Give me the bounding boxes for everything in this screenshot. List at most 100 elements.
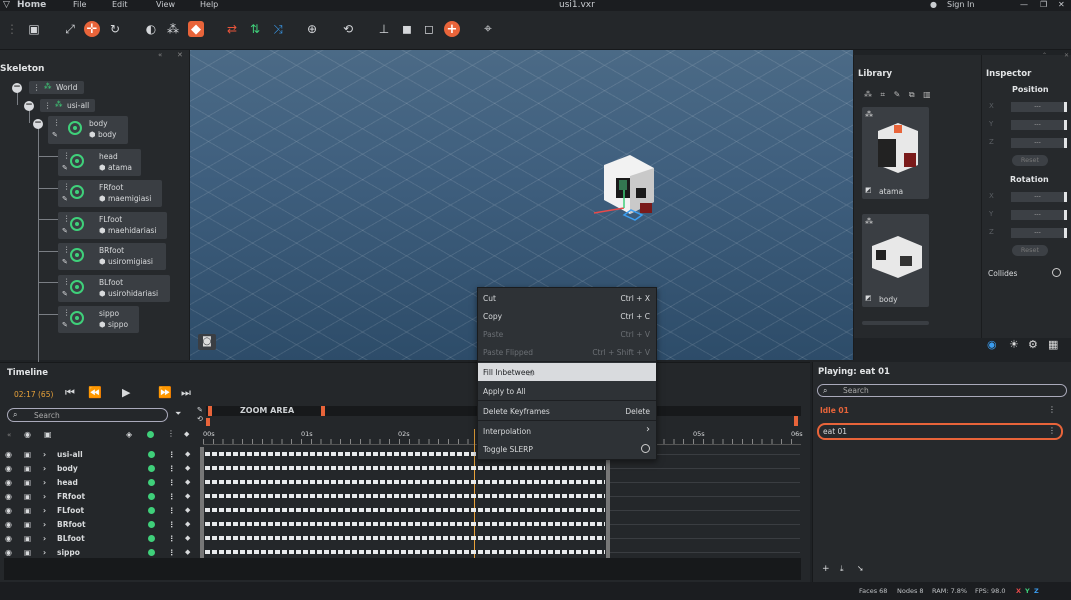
chevron-right-icon[interactable]: › (43, 450, 46, 459)
globe-icon[interactable]: ◉ (987, 338, 997, 351)
menu-dots-icon[interactable]: ⋮ (168, 478, 176, 487)
keyframe-track[interactable] (205, 494, 605, 498)
crop-icon[interactable]: ⌗ (881, 90, 886, 99)
timeline-row[interactable]: ◉ ▣ › BLfoot ⋮ ◆ (0, 531, 200, 545)
menu-dots-icon[interactable]: ⋮ (53, 118, 61, 127)
visibility-icon[interactable]: ◉ (5, 450, 12, 459)
timeline-row[interactable]: ◉ ▣ › FLfoot ⋮ ◆ (0, 503, 200, 517)
keyframe-icon[interactable]: ◆ (185, 492, 190, 500)
menu-dots-icon[interactable]: ⋮ (168, 520, 176, 529)
keyframe-icon[interactable]: ◆ (185, 534, 190, 542)
keyframe-icon[interactable]: ◆ (185, 464, 190, 472)
menu-item-fill-inbetween[interactable]: Fill Inbetween ☝ (478, 363, 656, 381)
filter-icon[interactable]: ⏷ (175, 409, 181, 419)
menu-dots-icon[interactable]: ⋮ (33, 83, 41, 92)
close-panel-icon[interactable]: ✕ (1064, 52, 1069, 59)
keyframe-icon[interactable]: ◆ (184, 430, 189, 438)
edit-icon[interactable]: ✎ (52, 131, 58, 139)
visibility-icon[interactable]: ◉ (5, 464, 12, 473)
step-back-button[interactable]: ⏪ (88, 386, 102, 399)
maximize-button[interactable]: ❐ (1040, 0, 1047, 10)
skeleton-node-world[interactable]: ⋮ ⁂ World (29, 81, 84, 94)
timeline-search-field[interactable]: ⌕ Search (7, 408, 168, 422)
refresh-button[interactable]: ↻ (107, 21, 123, 37)
keyframe-track[interactable] (205, 508, 605, 512)
menu-file[interactable]: File (73, 0, 86, 10)
timeline-row[interactable]: ◉ ▣ › body ⋮ ◆ (0, 461, 200, 475)
keyframe-track[interactable] (205, 522, 605, 526)
keyframe-icon[interactable]: ◆ (185, 478, 190, 486)
rotation-z-field[interactable]: --- (1011, 228, 1067, 238)
menu-dots-icon[interactable]: ⋮ (168, 450, 176, 459)
export-button[interactable]: ➘ (857, 564, 864, 573)
keyframe-nav-icon[interactable]: ◈ (126, 430, 132, 439)
keyframe-track[interactable] (205, 536, 605, 540)
keyframe-track[interactable] (205, 480, 605, 484)
timeline-row[interactable]: ◉ ▣ › BRfoot ⋮ ◆ (0, 517, 200, 531)
lock-icon[interactable]: ▣ (24, 478, 31, 487)
swap-button[interactable]: ⇄ (224, 21, 240, 37)
crosshair-button[interactable]: ⌖ (480, 21, 496, 37)
keyframe-track[interactable] (205, 550, 605, 554)
menu-dots-icon[interactable]: ⋮ (168, 506, 176, 515)
minimize-button[interactable]: — (1020, 0, 1028, 10)
save-button[interactable]: ▣ (26, 21, 42, 37)
chevron-right-icon[interactable]: › (43, 492, 46, 501)
visibility-icon[interactable]: ◉ (5, 478, 12, 487)
visibility-icon[interactable]: ◉ (5, 492, 12, 501)
keyframe-icon[interactable]: ◆ (185, 450, 190, 458)
range-end-handle[interactable] (606, 447, 610, 559)
timeline-row[interactable]: ◉ ▣ › sippo ⋮ ◆ (0, 545, 200, 559)
rotation-x-field[interactable]: --- (1011, 192, 1067, 202)
visibility-icon[interactable]: ◉ (5, 520, 12, 529)
menu-dots-icon[interactable]: ⋮ (167, 429, 175, 438)
skeleton-node-head[interactable]: ⋮ ✎ head ⬢ atama (58, 149, 141, 176)
skeleton-node-usi-all[interactable]: ⋮ ⁂ usi-all (40, 99, 95, 112)
lock-icon[interactable]: ▣ (24, 492, 31, 501)
timeline-row[interactable]: ◉ ▣ › FRfoot ⋮ ◆ (0, 489, 200, 503)
play-button[interactable]: ▶ (122, 386, 130, 399)
menu-dots-icon[interactable]: ⋮ (168, 548, 176, 557)
camera-icon[interactable]: ◙ (198, 334, 216, 350)
trash-icon[interactable]: ▥ (923, 90, 931, 99)
skeleton-node-flfoot[interactable]: ⋮ ✎ FLfoot ⬢ maehidariasi (58, 212, 167, 239)
animation-item-eat[interactable]: eat 01 ⋮ (817, 423, 1063, 440)
collides-toggle[interactable] (1052, 268, 1061, 277)
edit-icon[interactable]: ✎ (62, 258, 68, 266)
nodes-button[interactable]: ⁂ (165, 21, 181, 37)
lock-icon[interactable]: ▣ (24, 534, 31, 543)
menu-item-cut[interactable]: Cut Ctrl + X (478, 289, 656, 307)
close-panel-icon[interactable]: ✕ (177, 51, 183, 59)
pencil-icon[interactable]: ✎ (894, 90, 901, 99)
vertical-swap-button[interactable]: ⇅ (247, 21, 263, 37)
grid-icon[interactable]: ▦ (1048, 338, 1058, 351)
edit-icon[interactable]: ✎ (62, 321, 68, 329)
menu-item-toggle-slerp[interactable]: Toggle SLERP (478, 440, 656, 458)
position-x-field[interactable]: --- (1011, 102, 1067, 112)
close-button[interactable]: ✕ (1058, 0, 1065, 10)
rotation-reset-button[interactable]: Reset (1012, 245, 1048, 256)
collapse-panel-icon[interactable]: « (158, 51, 162, 59)
edit-icon[interactable]: ✎ (62, 227, 68, 235)
animation-search-field[interactable]: ⌕ Search (817, 384, 1067, 397)
skip-end-button[interactable]: ⏭ (181, 386, 191, 400)
collapse-all-icon[interactable]: « (7, 431, 11, 439)
rotate-button[interactable]: ⟲ (340, 21, 356, 37)
animation-item-idle[interactable]: Idle 01 (820, 406, 849, 415)
menu-dots-icon[interactable]: ⋮ (1048, 426, 1056, 435)
globe-button[interactable]: ◐ (143, 21, 159, 37)
menu-dots-icon[interactable]: ⋮ (168, 492, 176, 501)
position-reset-button[interactable]: Reset (1012, 155, 1048, 166)
cube-button[interactable]: ◆ (188, 21, 204, 37)
box-button[interactable]: ◼ (399, 21, 415, 37)
menu-home[interactable]: Home (17, 0, 46, 10)
chevron-right-icon[interactable]: › (43, 506, 46, 515)
settings-icon[interactable]: ⚙ (1028, 338, 1038, 351)
menu-item-apply-to-all[interactable]: Apply to All (478, 382, 656, 400)
menu-item-delete-keyframes[interactable]: Delete Keyframes Delete (478, 402, 656, 420)
fit-view-button[interactable]: ⤢ (62, 21, 78, 37)
visibility-icon[interactable]: ◉ (5, 506, 12, 515)
timeline-row[interactable]: ◉ ▣ › usi-all ⋮ ◆ (0, 447, 200, 461)
timeline-scroll-area[interactable] (4, 558, 801, 580)
chevron-right-icon[interactable]: › (43, 520, 46, 529)
